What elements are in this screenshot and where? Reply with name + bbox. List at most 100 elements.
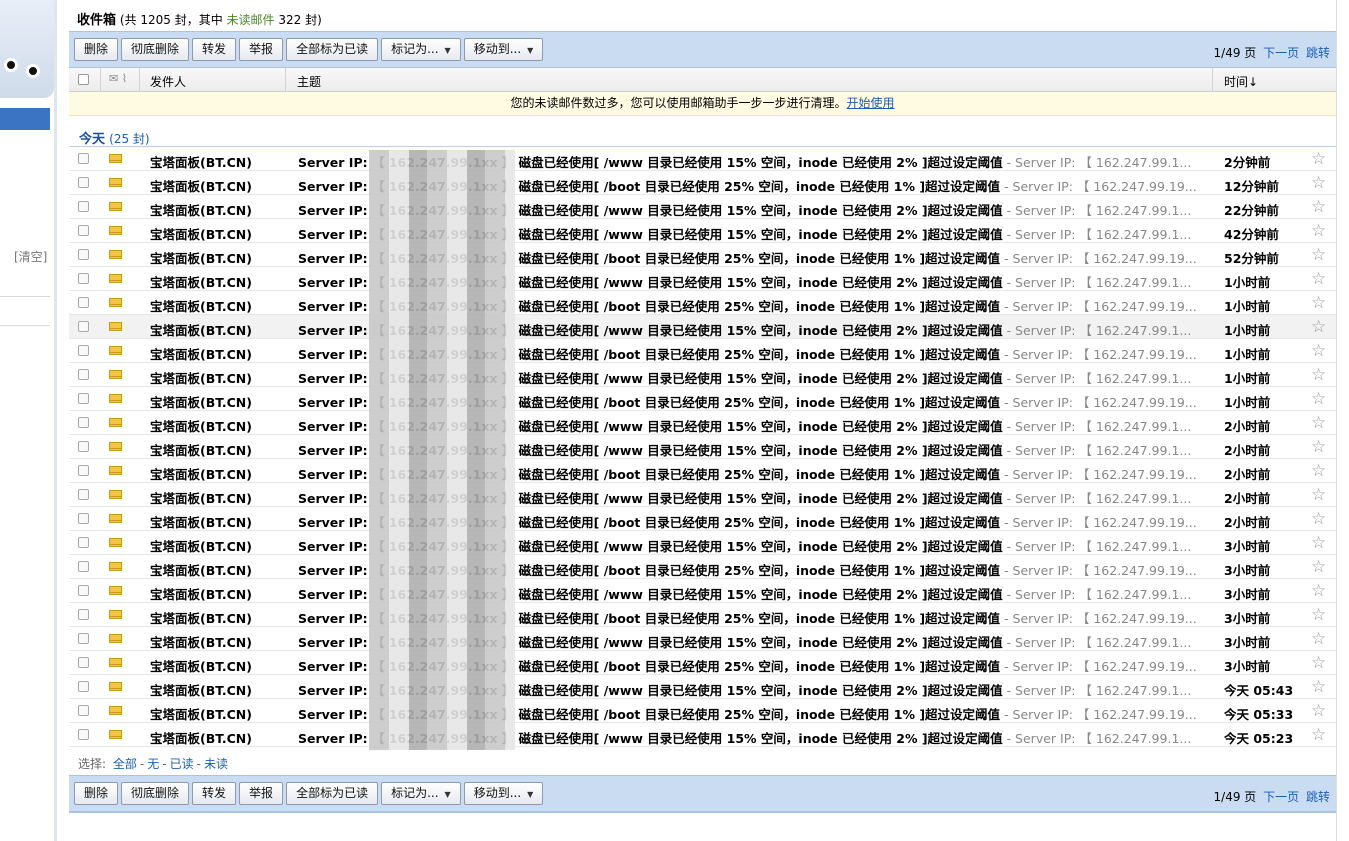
row-checkbox[interactable]	[78, 297, 89, 308]
subject[interactable]: Server IP: 【 162.247.99.1xx 】 磁盘已经使用[ /b…	[298, 464, 1211, 483]
move-to-dropdown[interactable]: 移动到... ▼	[463, 38, 544, 61]
subject[interactable]: Server IP: 【 162.247.99.1xx 】 磁盘已经使用[ /w…	[298, 440, 1211, 459]
star-icon[interactable]: ☆	[1311, 221, 1326, 241]
sender[interactable]: 宝塔面板(BT.CN)	[150, 584, 252, 603]
select-unread-link[interactable]: 未读	[204, 757, 228, 771]
subject[interactable]: Server IP: 【 162.247.99.1xx 】 磁盘已经使用[ /b…	[298, 176, 1211, 195]
subject[interactable]: Server IP: 【 162.247.99.1xx 】 磁盘已经使用[ /w…	[298, 488, 1211, 507]
subject[interactable]: Server IP: 【 162.247.99.1xx 】 磁盘已经使用[ /b…	[298, 296, 1211, 315]
subject[interactable]: Server IP: 【 162.247.99.1xx 】 磁盘已经使用[ /w…	[298, 416, 1211, 435]
subject[interactable]: Server IP: 【 162.247.99.1xx 】 磁盘已经使用[ /w…	[298, 632, 1211, 651]
table-row[interactable]: 宝塔面板(BT.CN) Server IP: 【 162.247.99.1xx 】…	[69, 459, 1336, 483]
sender[interactable]: 宝塔面板(BT.CN)	[150, 536, 252, 555]
delete-permanently-button[interactable]: 彻底删除	[121, 38, 190, 61]
row-checkbox[interactable]	[78, 729, 89, 740]
subject[interactable]: Server IP: 【 162.247.99.1xx 】 磁盘已经使用[ /w…	[298, 152, 1211, 171]
column-time[interactable]: 时间↓	[1224, 73, 1258, 90]
row-checkbox[interactable]	[78, 513, 89, 524]
mark-as-dropdown[interactable]: 标记为... ▼	[381, 782, 461, 805]
table-row[interactable]: 宝塔面板(BT.CN) Server IP: 【 162.247.99.1xx 】…	[69, 339, 1336, 363]
sender[interactable]: 宝塔面板(BT.CN)	[150, 296, 252, 315]
row-checkbox[interactable]	[78, 345, 89, 356]
table-row[interactable]: 宝塔面板(BT.CN) Server IP: 【 162.247.99.1xx 】…	[69, 387, 1336, 411]
column-from[interactable]: 发件人	[150, 73, 186, 90]
row-checkbox[interactable]	[78, 465, 89, 476]
row-checkbox[interactable]	[78, 417, 89, 428]
star-icon[interactable]: ☆	[1311, 629, 1326, 649]
sender[interactable]: 宝塔面板(BT.CN)	[150, 656, 252, 675]
row-checkbox[interactable]	[78, 537, 89, 548]
subject[interactable]: Server IP: 【 162.247.99.1xx 】 磁盘已经使用[ /w…	[298, 728, 1211, 747]
row-checkbox[interactable]	[78, 681, 89, 692]
next-page-link[interactable]: 下一页	[1263, 46, 1299, 60]
table-row[interactable]: 宝塔面板(BT.CN) Server IP: 【 162.247.99.1xx 】…	[69, 411, 1336, 435]
jump-link[interactable]: 跳转	[1306, 46, 1330, 60]
move-to-dropdown[interactable]: 移动到... ▼	[463, 782, 544, 805]
row-checkbox[interactable]	[78, 489, 89, 500]
star-icon[interactable]: ☆	[1311, 533, 1326, 553]
sender[interactable]: 宝塔面板(BT.CN)	[150, 176, 252, 195]
star-icon[interactable]: ☆	[1311, 725, 1326, 745]
table-row[interactable]: 宝塔面板(BT.CN) Server IP: 【 162.247.99.1xx 】…	[69, 363, 1336, 387]
table-row[interactable]: 宝塔面板(BT.CN) Server IP: 【 162.247.99.1xx 】…	[69, 579, 1336, 603]
row-checkbox[interactable]	[78, 201, 89, 212]
sender[interactable]: 宝塔面板(BT.CN)	[150, 200, 252, 219]
report-button[interactable]: 举报	[239, 38, 284, 61]
forward-button[interactable]: 转发	[192, 782, 237, 805]
subject[interactable]: Server IP: 【 162.247.99.1xx 】 磁盘已经使用[ /b…	[298, 512, 1211, 531]
star-icon[interactable]: ☆	[1311, 509, 1326, 529]
subject[interactable]: Server IP: 【 162.247.99.1xx 】 磁盘已经使用[ /w…	[298, 200, 1211, 219]
row-checkbox[interactable]	[78, 585, 89, 596]
sender[interactable]: 宝塔面板(BT.CN)	[150, 392, 252, 411]
sender[interactable]: 宝塔面板(BT.CN)	[150, 440, 252, 459]
report-button[interactable]: 举报	[239, 782, 284, 805]
star-icon[interactable]: ☆	[1311, 557, 1326, 577]
subject[interactable]: Server IP: 【 162.247.99.1xx 】 磁盘已经使用[ /w…	[298, 224, 1211, 243]
table-row[interactable]: 宝塔面板(BT.CN) Server IP: 【 162.247.99.1xx 】…	[69, 171, 1336, 195]
star-icon[interactable]: ☆	[1311, 317, 1326, 337]
sender[interactable]: 宝塔面板(BT.CN)	[150, 416, 252, 435]
table-row[interactable]: 宝塔面板(BT.CN) Server IP: 【 162.247.99.1xx 】…	[69, 483, 1336, 507]
select-none-link[interactable]: 无	[147, 757, 159, 771]
star-icon[interactable]: ☆	[1311, 173, 1326, 193]
star-icon[interactable]: ☆	[1311, 677, 1326, 697]
table-row[interactable]: 宝塔面板(BT.CN) Server IP: 【 162.247.99.1xx 】…	[69, 651, 1336, 675]
group-count-link[interactable]: (25 封)	[109, 132, 149, 146]
sidebar-clear-link[interactable]: [清空]	[14, 248, 47, 265]
row-checkbox[interactable]	[78, 153, 89, 164]
subject[interactable]: Server IP: 【 162.247.99.1xx 】 磁盘已经使用[ /b…	[298, 344, 1211, 363]
subject[interactable]: Server IP: 【 162.247.99.1xx 】 磁盘已经使用[ /b…	[298, 560, 1211, 579]
sender[interactable]: 宝塔面板(BT.CN)	[150, 680, 252, 699]
sender[interactable]: 宝塔面板(BT.CN)	[150, 512, 252, 531]
delete-button[interactable]: 删除	[74, 38, 119, 61]
star-icon[interactable]: ☆	[1311, 293, 1326, 313]
sender[interactable]: 宝塔面板(BT.CN)	[150, 632, 252, 651]
select-all-link[interactable]: 全部	[113, 757, 137, 771]
table-row[interactable]: 宝塔面板(BT.CN) Server IP: 【 162.247.99.1xx 】…	[69, 315, 1336, 339]
row-checkbox[interactable]	[78, 441, 89, 452]
table-row[interactable]: 宝塔面板(BT.CN) Server IP: 【 162.247.99.1xx 】…	[69, 555, 1336, 579]
row-checkbox[interactable]	[78, 657, 89, 668]
star-icon[interactable]: ☆	[1311, 197, 1326, 217]
subject[interactable]: Server IP: 【 162.247.99.1xx 】 磁盘已经使用[ /w…	[298, 680, 1211, 699]
star-icon[interactable]: ☆	[1311, 653, 1326, 673]
sender[interactable]: 宝塔面板(BT.CN)	[150, 488, 252, 507]
star-icon[interactable]: ☆	[1311, 437, 1326, 457]
table-row[interactable]: 宝塔面板(BT.CN) Server IP: 【 162.247.99.1xx 】…	[69, 723, 1336, 747]
star-icon[interactable]: ☆	[1311, 365, 1326, 385]
subject[interactable]: Server IP: 【 162.247.99.1xx 】 磁盘已经使用[ /b…	[298, 392, 1211, 411]
star-icon[interactable]: ☆	[1311, 485, 1326, 505]
row-checkbox[interactable]	[78, 609, 89, 620]
table-row[interactable]: 宝塔面板(BT.CN) Server IP: 【 162.247.99.1xx 】…	[69, 195, 1336, 219]
star-icon[interactable]: ☆	[1311, 245, 1326, 265]
subject[interactable]: Server IP: 【 162.247.99.1xx 】 磁盘已经使用[ /w…	[298, 584, 1211, 603]
star-icon[interactable]: ☆	[1311, 389, 1326, 409]
table-row[interactable]: 宝塔面板(BT.CN) Server IP: 【 162.247.99.1xx 】…	[69, 603, 1336, 627]
sender[interactable]: 宝塔面板(BT.CN)	[150, 728, 252, 747]
row-checkbox[interactable]	[78, 561, 89, 572]
star-icon[interactable]: ☆	[1311, 605, 1326, 625]
table-row[interactable]: 宝塔面板(BT.CN) Server IP: 【 162.247.99.1xx 】…	[69, 243, 1336, 267]
subject[interactable]: Server IP: 【 162.247.99.1xx 】 磁盘已经使用[ /w…	[298, 368, 1211, 387]
row-checkbox[interactable]	[78, 705, 89, 716]
table-row[interactable]: 宝塔面板(BT.CN) Server IP: 【 162.247.99.1xx 】…	[69, 291, 1336, 315]
